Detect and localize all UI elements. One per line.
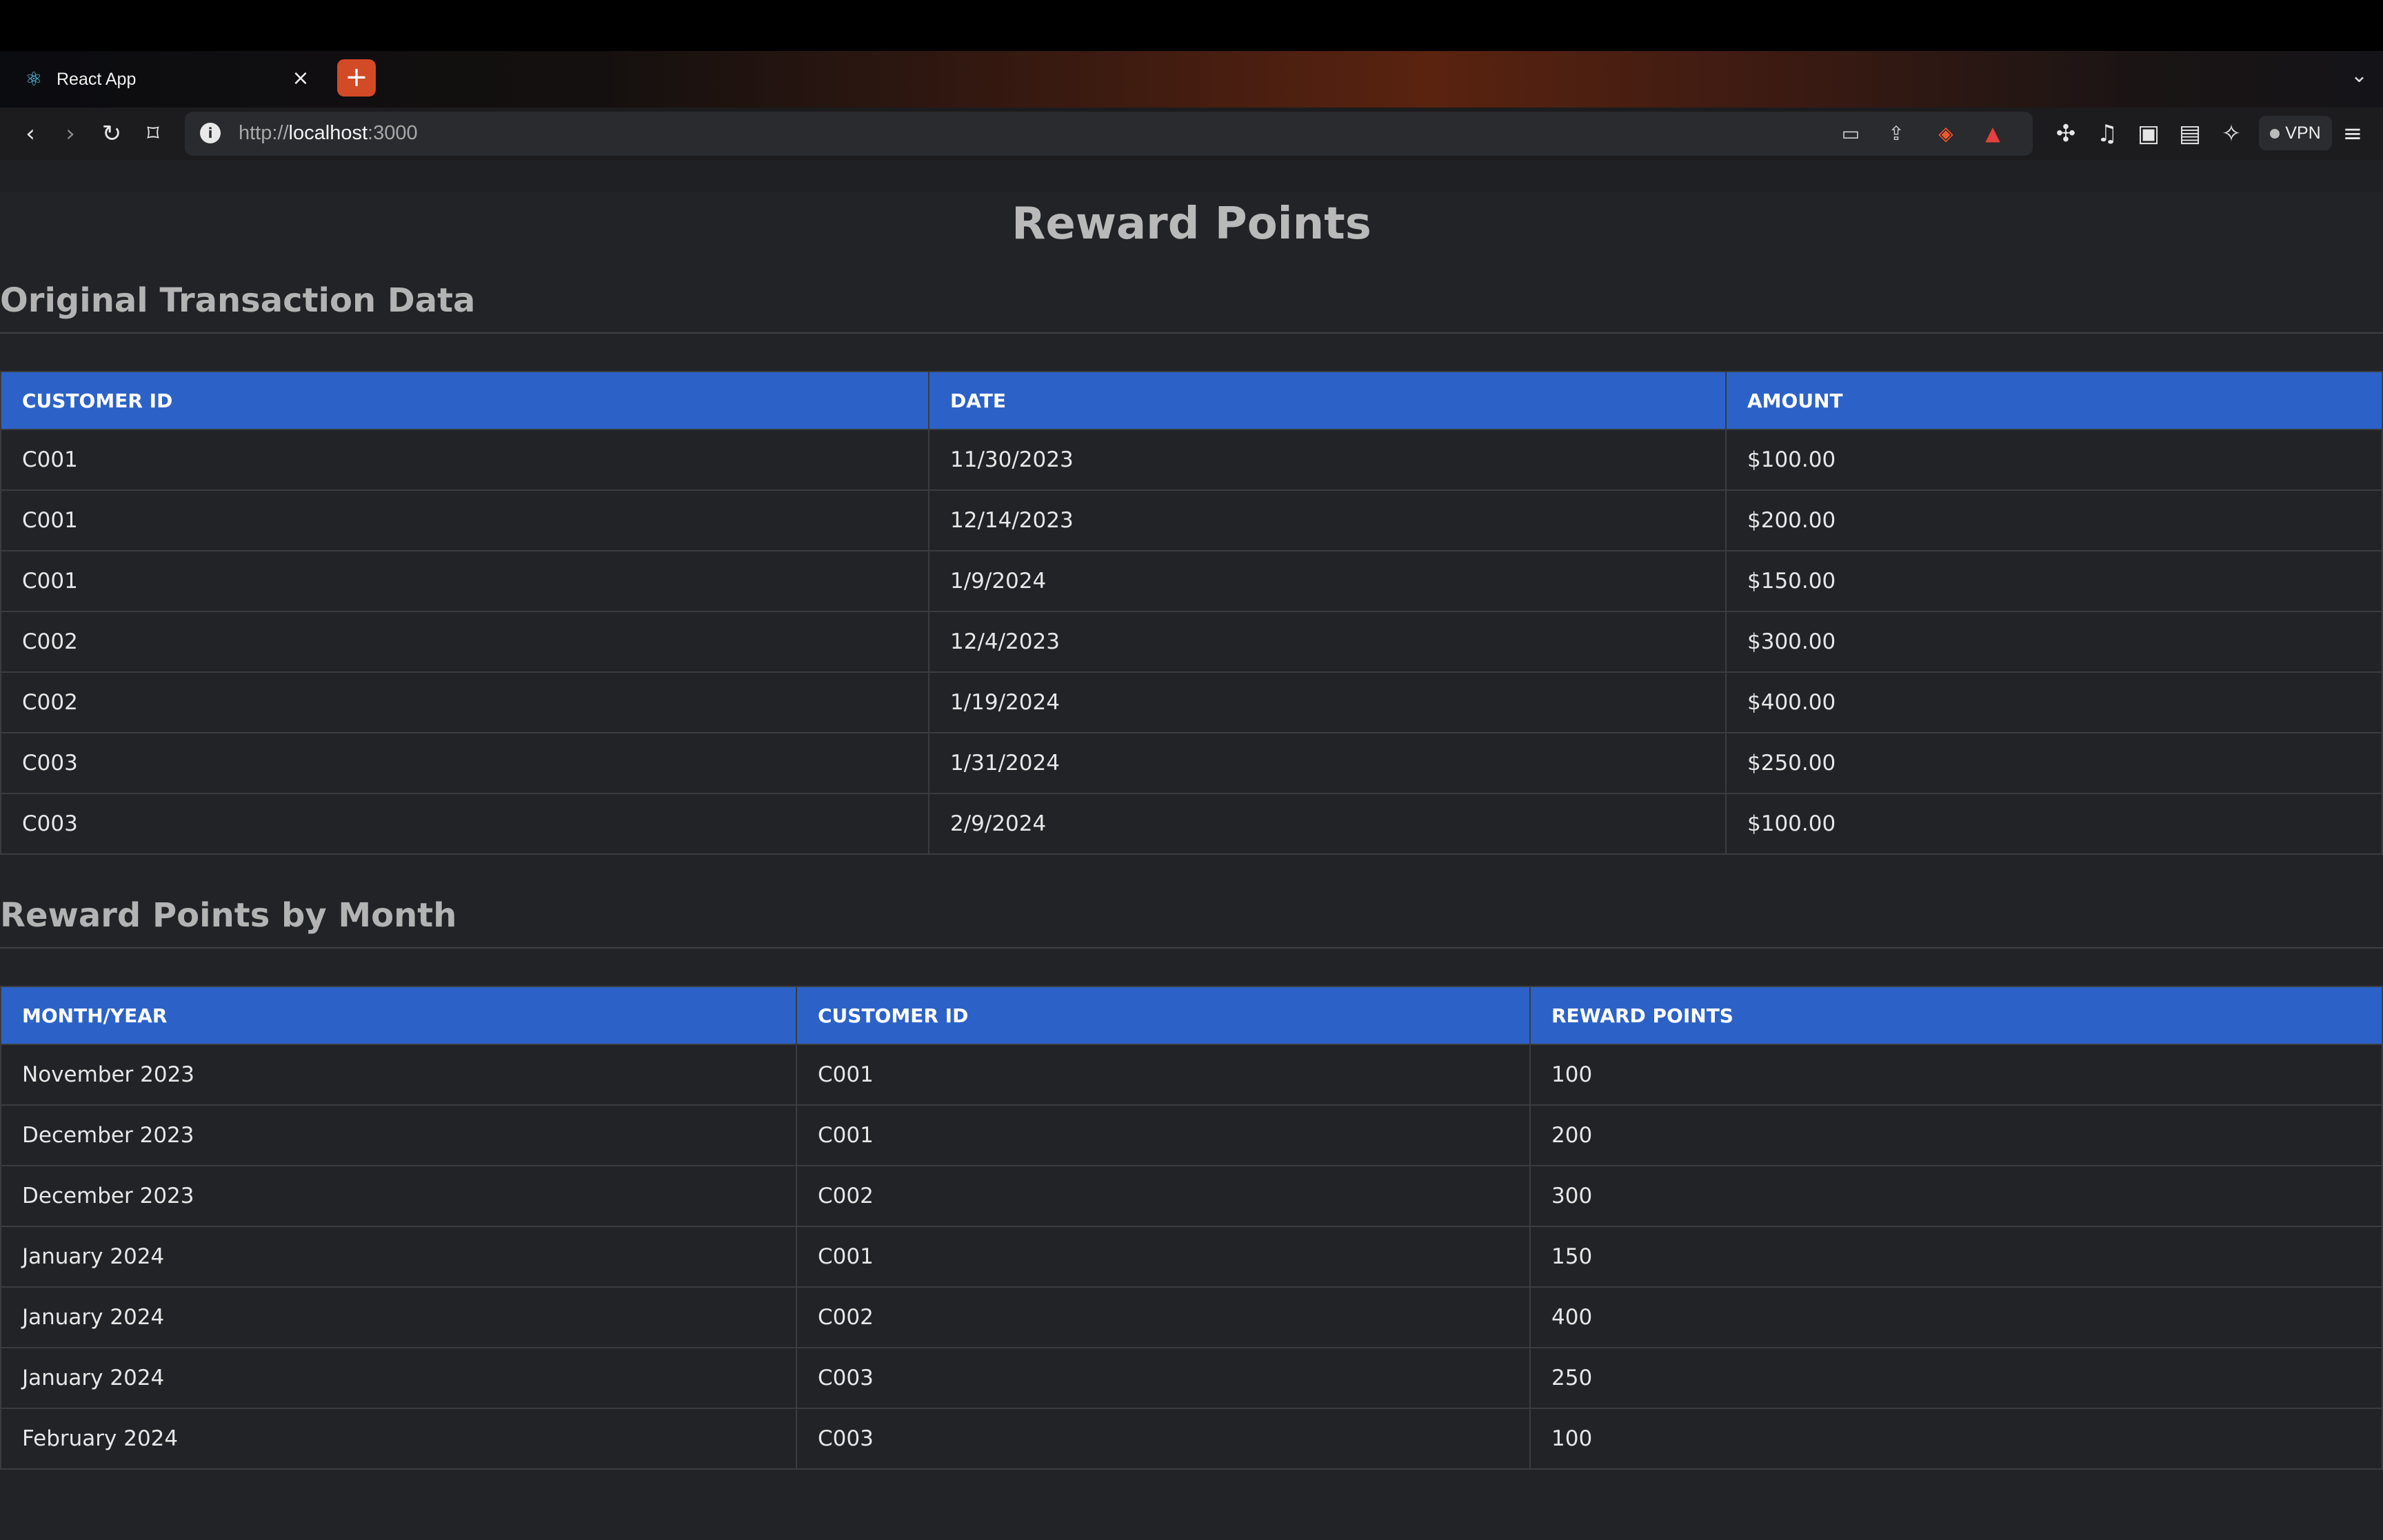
table-cell: C001 bbox=[0, 429, 929, 491]
table-cell: January 2024 bbox=[0, 1286, 797, 1348]
table-cell: 1/19/2024 bbox=[928, 671, 1727, 733]
bookmark-icon[interactable]: ⌑ bbox=[137, 117, 170, 150]
sidebar-icon[interactable]: ▣ bbox=[2132, 117, 2165, 150]
reload-icon[interactable]: ↻ bbox=[95, 117, 128, 150]
table-cell: C001 bbox=[0, 550, 929, 612]
table-row: C003 2/9/2024 $100.00 bbox=[0, 793, 2383, 855]
close-tab-icon[interactable]: × bbox=[288, 66, 313, 91]
media-icon[interactable]: ♫ bbox=[2091, 117, 2124, 150]
table-cell: C001 bbox=[796, 1044, 1531, 1106]
cast-icon[interactable]: ▭ bbox=[1837, 121, 1864, 146]
table-cell: December 2023 bbox=[0, 1104, 797, 1166]
table-row: January 2024 C002 400 bbox=[0, 1286, 2383, 1348]
tab-title: React App bbox=[57, 69, 137, 89]
table-cell: February 2024 bbox=[0, 1408, 797, 1470]
column-header: CUSTOMER ID bbox=[0, 371, 929, 430]
vpn-status-dot bbox=[2270, 129, 2280, 139]
table-row: C002 1/19/2024 $400.00 bbox=[0, 671, 2383, 733]
back-icon[interactable]: ‹ bbox=[14, 117, 47, 150]
transactions-heading: Original Transaction Data bbox=[0, 278, 2383, 334]
table-cell: January 2024 bbox=[0, 1347, 797, 1409]
table-cell: November 2023 bbox=[0, 1044, 797, 1106]
table-cell: $150.00 bbox=[1725, 550, 2383, 612]
table-cell: 400 bbox=[1529, 1286, 2383, 1348]
table-cell: 100 bbox=[1529, 1408, 2383, 1470]
table-cell: $100.00 bbox=[1725, 793, 2383, 855]
table-row: C001 1/9/2024 $150.00 bbox=[0, 550, 2383, 612]
table-cell: 11/30/2023 bbox=[928, 429, 1727, 491]
leo-ai-icon[interactable]: ✧ bbox=[2215, 117, 2248, 150]
table-cell: 100 bbox=[1529, 1044, 2383, 1106]
table-cell: 1/9/2024 bbox=[928, 550, 1727, 612]
table-cell: 12/4/2023 bbox=[928, 611, 1727, 673]
table-cell: December 2023 bbox=[0, 1165, 797, 1227]
menu-icon[interactable]: ≡ bbox=[2336, 117, 2369, 150]
table-row: November 2023 C001 100 bbox=[0, 1044, 2383, 1106]
page-title: Reward Points bbox=[1012, 199, 1371, 250]
vpn-button[interactable]: VPN bbox=[2259, 116, 2332, 150]
wallet-icon[interactable]: ▤ bbox=[2173, 117, 2206, 150]
page-content: Reward Points Original Transaction Data … bbox=[0, 160, 2383, 1540]
table-cell: $100.00 bbox=[1725, 429, 2383, 491]
table-row: December 2023 C002 300 bbox=[0, 1165, 2383, 1227]
table-cell: January 2024 bbox=[0, 1226, 797, 1288]
table-row: January 2024 C001 150 bbox=[0, 1226, 2383, 1288]
forward-icon[interactable]: › bbox=[54, 117, 87, 150]
table-cell: 12/14/2023 bbox=[928, 489, 1727, 551]
extensions-icon[interactable]: ✣ bbox=[2049, 117, 2082, 150]
table-cell: $200.00 bbox=[1725, 489, 2383, 551]
table-row: C001 11/30/2023 $100.00 bbox=[0, 429, 2383, 491]
table-cell: C002 bbox=[796, 1286, 1531, 1348]
table-cell: 200 bbox=[1529, 1104, 2383, 1166]
table-cell: C003 bbox=[0, 793, 929, 855]
address-bar[interactable]: i http://localhost:3000 ▭ ⇪ ◈ ▲ bbox=[185, 112, 2033, 156]
column-header: DATE bbox=[928, 371, 1727, 430]
table-cell: 2/9/2024 bbox=[928, 793, 1727, 855]
table-cell: C002 bbox=[0, 611, 929, 673]
table-row: C002 12/4/2023 $300.00 bbox=[0, 611, 2383, 673]
table-cell: 150 bbox=[1529, 1226, 2383, 1288]
column-header: CUSTOMER ID bbox=[796, 986, 1531, 1045]
new-tab-button[interactable]: + bbox=[337, 59, 376, 97]
url-text[interactable]: http://localhost:3000 bbox=[239, 122, 418, 145]
table-cell: $400.00 bbox=[1725, 671, 2383, 733]
table-cell: 300 bbox=[1529, 1165, 2383, 1227]
table-row: December 2023 C001 200 bbox=[0, 1104, 2383, 1166]
share-icon[interactable]: ⇪ bbox=[1882, 121, 1910, 146]
table-cell: 1/31/2024 bbox=[928, 732, 1727, 794]
chevron-down-icon[interactable]: ⌄ bbox=[2351, 63, 2368, 88]
table-cell: C001 bbox=[796, 1226, 1531, 1288]
column-header: MONTH/YEAR bbox=[0, 986, 797, 1045]
rewards-heading: Reward Points by Month bbox=[0, 893, 2383, 949]
table-row: February 2024 C003 100 bbox=[0, 1408, 2383, 1470]
brave-shields-icon[interactable]: ◈ bbox=[1932, 121, 1960, 146]
brave-rewards-icon[interactable]: ▲ bbox=[1979, 121, 2007, 146]
table-header-row: CUSTOMER ID DATE AMOUNT bbox=[0, 371, 2383, 430]
table-cell: C003 bbox=[796, 1408, 1531, 1470]
table-cell: 250 bbox=[1529, 1347, 2383, 1409]
table-cell: C001 bbox=[796, 1104, 1531, 1166]
column-header: AMOUNT bbox=[1725, 371, 2383, 430]
table-cell: $250.00 bbox=[1725, 732, 2383, 794]
table-cell: C003 bbox=[796, 1347, 1531, 1409]
rewards-table: MONTH/YEAR CUSTOMER ID REWARD POINTS Nov… bbox=[0, 986, 2383, 1470]
react-logo-icon: ⚛ bbox=[25, 68, 43, 90]
table-header-row: MONTH/YEAR CUSTOMER ID REWARD POINTS bbox=[0, 986, 2383, 1045]
table-cell: $300.00 bbox=[1725, 611, 2383, 673]
table-cell: C001 bbox=[0, 489, 929, 551]
site-info-icon[interactable]: i bbox=[200, 123, 221, 143]
table-row: C001 12/14/2023 $200.00 bbox=[0, 489, 2383, 551]
table-row: January 2024 C003 250 bbox=[0, 1347, 2383, 1409]
table-cell: C002 bbox=[796, 1165, 1531, 1227]
window-top-strip bbox=[0, 0, 2383, 51]
transactions-table: CUSTOMER ID DATE AMOUNT C001 11/30/2023 $1… bbox=[0, 371, 2383, 855]
tab-react-app[interactable]: ⚛ React App × bbox=[7, 55, 324, 103]
table-cell: C003 bbox=[0, 732, 929, 794]
table-cell: C002 bbox=[0, 671, 929, 733]
table-row: C003 1/31/2024 $250.00 bbox=[0, 732, 2383, 794]
browser-toolbar: ‹ › ↻ ⌑ i http://localhost:3000 ▭ ⇪ ◈ ▲ … bbox=[0, 108, 2383, 160]
column-header: REWARD POINTS bbox=[1529, 986, 2383, 1045]
